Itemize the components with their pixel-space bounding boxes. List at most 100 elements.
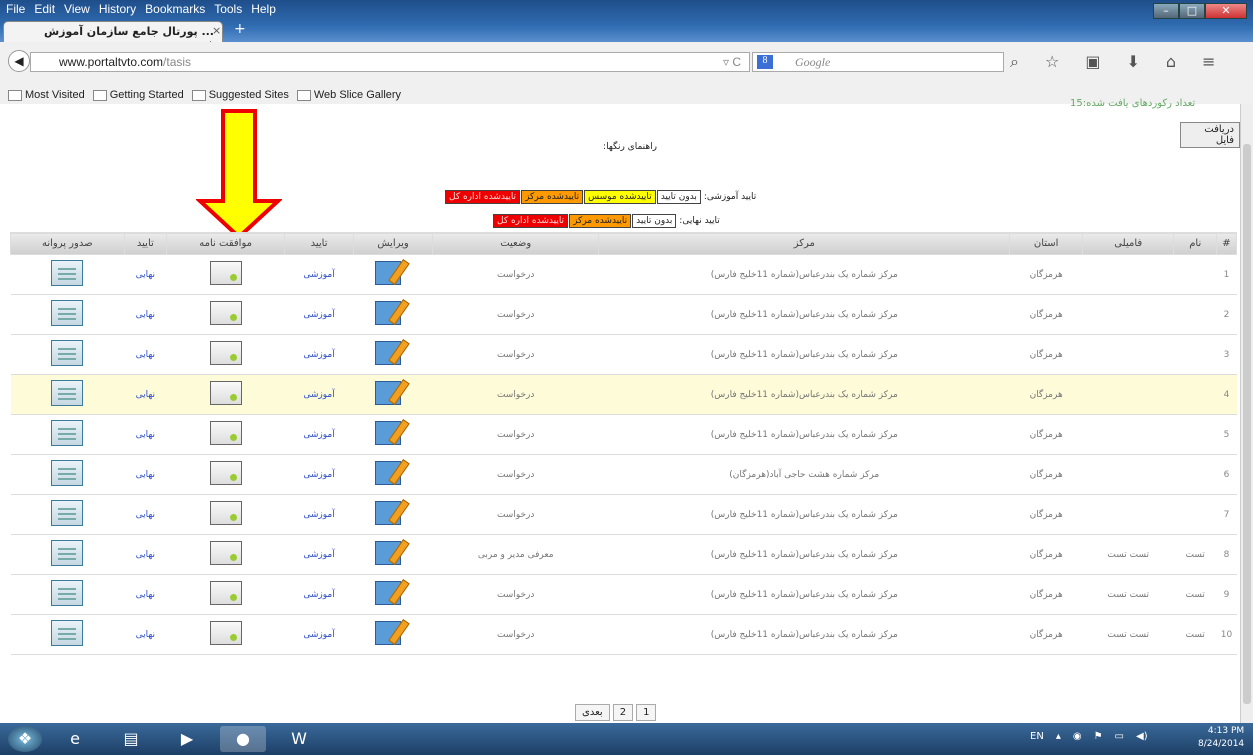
network-icon[interactable]: ◉ — [1073, 731, 1082, 742]
home-icon[interactable]: ⌂ — [1166, 52, 1176, 72]
edu-approve-link[interactable]: آموزشی — [303, 350, 334, 360]
search-box[interactable]: 8 Google — [752, 52, 1004, 72]
agreement-certificate-icon[interactable] — [209, 421, 242, 445]
start-button[interactable]: ❖ — [8, 726, 42, 752]
menu-help[interactable]: Help — [251, 2, 276, 16]
edit-icon[interactable] — [375, 579, 411, 607]
menu-file[interactable]: File — [6, 2, 25, 16]
menu-tools[interactable]: Tools — [214, 2, 242, 16]
edu-approve-link[interactable]: آموزشی — [303, 470, 334, 480]
search-engine-icon[interactable]: 8 — [757, 55, 773, 69]
bookmark-most-visited[interactable]: Most Visited — [8, 89, 85, 101]
ie-icon[interactable]: e — [52, 726, 98, 752]
menu-history[interactable]: History — [99, 2, 136, 16]
edu-approve-link[interactable]: آموزشی — [303, 550, 334, 560]
word-icon[interactable]: W — [276, 726, 322, 752]
edit-icon[interactable] — [375, 299, 411, 327]
cell-name — [1173, 374, 1217, 415]
tab-close-icon[interactable]: × — [212, 24, 221, 37]
media-player-icon[interactable]: ▶ — [164, 726, 210, 752]
license-certificate-icon[interactable] — [51, 540, 84, 566]
bookmark-suggested-sites[interactable]: Suggested Sites — [191, 89, 289, 101]
display-icon[interactable]: ▭ — [1115, 731, 1124, 742]
scrollbar[interactable] — [1240, 104, 1253, 723]
language-indicator[interactable]: EN — [1030, 731, 1044, 742]
agreement-certificate-icon[interactable] — [209, 341, 242, 365]
menu-edit[interactable]: Edit — [34, 2, 55, 16]
menu-bookmarks[interactable]: Bookmarks — [145, 2, 205, 16]
license-certificate-icon[interactable] — [51, 420, 84, 446]
agreement-certificate-icon[interactable] — [209, 621, 242, 645]
agreement-certificate-icon[interactable] — [209, 261, 242, 285]
agreement-certificate-icon[interactable] — [209, 501, 242, 525]
edit-icon[interactable] — [375, 539, 411, 567]
close-window-button[interactable]: ✕ — [1205, 3, 1247, 19]
back-button[interactable]: ◀ — [8, 50, 30, 72]
edu-approve-link[interactable]: آموزشی — [303, 630, 334, 640]
edu-approve-link[interactable]: آموزشی — [303, 590, 334, 600]
next-page-button[interactable]: بعدی — [575, 704, 610, 721]
browser-tab[interactable]: ... پورتال جامع سازمان آموزش فنی × — [3, 21, 223, 51]
license-certificate-icon[interactable] — [51, 580, 84, 606]
agreement-certificate-icon[interactable] — [209, 581, 242, 605]
menu-view[interactable]: View — [64, 2, 90, 16]
clock[interactable]: 4:13 PM 8/24/2014 — [1198, 725, 1244, 751]
edit-icon[interactable] — [375, 419, 411, 447]
download-file-button[interactable]: دریافت فایل — [1180, 122, 1240, 148]
edu-approve-link[interactable]: آموزشی — [303, 270, 334, 280]
final-approve-link[interactable]: نهایی — [136, 590, 155, 600]
edit-icon[interactable] — [375, 459, 411, 487]
final-approve-link[interactable]: نهایی — [136, 350, 155, 360]
address-bar[interactable]: www.portaltvto.com/tasis ▿ C — [30, 52, 750, 72]
search-icon[interactable]: ⌕ — [1010, 52, 1019, 72]
download-icon[interactable]: ⬇ — [1126, 52, 1139, 72]
scrollbar-thumb[interactable] — [1243, 144, 1251, 704]
license-certificate-icon[interactable] — [51, 460, 84, 486]
edit-icon[interactable] — [375, 259, 411, 287]
license-certificate-icon[interactable] — [51, 500, 84, 526]
edit-icon[interactable] — [375, 339, 411, 367]
final-approve-link[interactable]: نهایی — [136, 550, 155, 560]
volume-icon[interactable]: ◀) — [1136, 731, 1148, 742]
explorer-folder-icon[interactable]: ▤ — [108, 726, 154, 752]
minimize-button[interactable]: – — [1153, 3, 1179, 19]
edu-approve-link[interactable]: آموزشی — [303, 430, 334, 440]
final-approve-link[interactable]: نهایی — [136, 430, 155, 440]
edit-icon[interactable] — [375, 499, 411, 527]
final-approve-link[interactable]: نهایی — [136, 630, 155, 640]
license-certificate-icon[interactable] — [51, 260, 84, 286]
edit-icon[interactable] — [375, 619, 411, 647]
edu-approve-link[interactable]: آموزشی — [303, 310, 334, 320]
final-approve-link[interactable]: نهایی — [136, 270, 155, 280]
menu-icon[interactable]: ≡ — [1202, 52, 1215, 72]
final-approve-link[interactable]: نهایی — [136, 510, 155, 520]
clipboard-icon[interactable]: ▣ — [1085, 52, 1100, 72]
final-approve-link[interactable]: نهایی — [136, 310, 155, 320]
star-bookmark-icon[interactable]: ☆ — [1045, 52, 1059, 72]
bookmark-getting-started[interactable]: Getting Started — [92, 89, 184, 101]
edu-approve-link[interactable]: آموزشی — [303, 390, 334, 400]
license-certificate-icon[interactable] — [51, 380, 84, 406]
tray-expand-icon[interactable]: ▴ — [1056, 731, 1061, 742]
reload-icon[interactable]: ▿ C — [723, 55, 741, 69]
page-2-button[interactable]: 2 — [612, 704, 634, 721]
new-tab-button[interactable]: + — [234, 21, 246, 37]
cell-name: تست — [1173, 574, 1217, 615]
license-certificate-icon[interactable] — [51, 620, 84, 646]
license-certificate-icon[interactable] — [51, 300, 84, 326]
page-1-button[interactable]: 1 — [636, 704, 657, 721]
edu-approve-link[interactable]: آموزشی — [303, 510, 334, 520]
agreement-certificate-icon[interactable] — [209, 541, 242, 565]
license-certificate-icon[interactable] — [51, 340, 84, 366]
maximize-button[interactable]: □ — [1179, 3, 1205, 19]
flag-icon[interactable]: ⚑ — [1094, 731, 1103, 742]
firefox-icon[interactable]: ● — [220, 726, 266, 752]
bookmark-web-slice-gallery[interactable]: Web Slice Gallery — [296, 89, 401, 101]
agreement-certificate-icon[interactable] — [209, 461, 242, 485]
url-host: www.portaltvto.com — [59, 55, 164, 69]
agreement-certificate-icon[interactable] — [209, 381, 242, 405]
agreement-certificate-icon[interactable] — [209, 301, 242, 325]
final-approve-link[interactable]: نهایی — [136, 470, 155, 480]
final-approve-link[interactable]: نهایی — [136, 390, 155, 400]
edit-icon[interactable] — [375, 379, 411, 407]
